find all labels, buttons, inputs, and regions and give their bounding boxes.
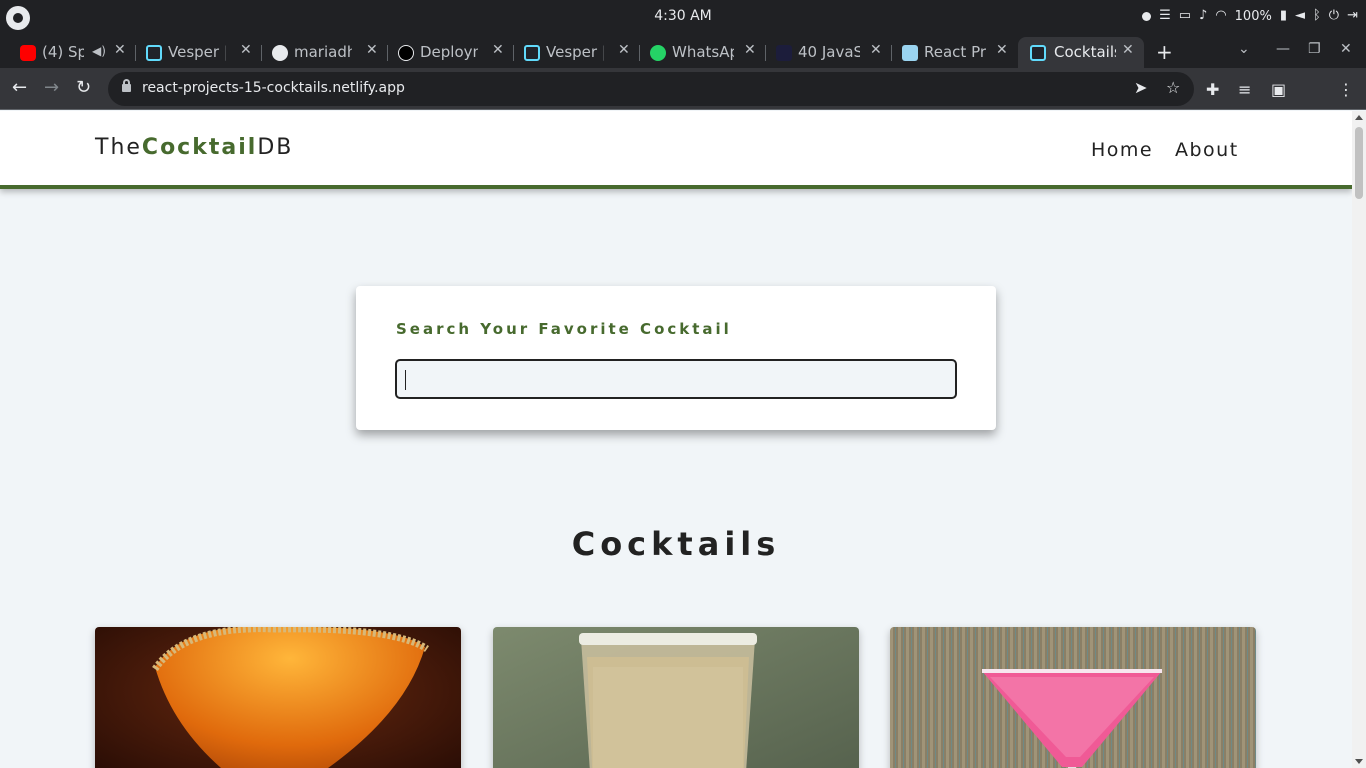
browser-toolbar: ← → ↻ react-projects-15-cocktails.netlif…: [0, 68, 1366, 110]
search-input[interactable]: [395, 359, 957, 399]
browser-tab[interactable]: Vesper | ✕: [504, 37, 638, 68]
nav-link-about[interactable]: About: [1175, 139, 1239, 161]
tab-close-icon[interactable]: ✕: [366, 42, 378, 58]
extensions-puzzle-icon[interactable]: ✚: [1206, 80, 1219, 99]
new-tab-plus-icon[interactable]: +: [1156, 40, 1173, 64]
address-bar[interactable]: react-projects-15-cocktails.netlify.app …: [108, 72, 1194, 106]
search-form: Search Your Favorite Cocktail: [356, 286, 996, 430]
reload-icon[interactable]: ↻: [76, 78, 91, 98]
udemy-icon: [776, 45, 792, 61]
tab-close-icon[interactable]: ✕: [1122, 42, 1134, 58]
tab-close-icon[interactable]: ✕: [744, 42, 756, 58]
lock-icon[interactable]: [122, 79, 131, 92]
tab-close-icon[interactable]: ✕: [996, 42, 1008, 58]
logo-suffix: DB: [257, 135, 294, 160]
browser-tab[interactable]: React Pro ✕: [882, 37, 1016, 68]
browser-tab[interactable]: WhatsAp ✕: [630, 37, 764, 68]
whatsapp-icon: [650, 45, 666, 61]
cocktail-card[interactable]: [95, 627, 461, 768]
scroll-down-arrow-icon[interactable]: [1355, 759, 1363, 764]
close-window-icon[interactable]: ✕: [1340, 41, 1352, 57]
notification-bell-icon[interactable]: ♪: [1199, 8, 1207, 24]
cocktail-image: [95, 627, 461, 768]
record-indicator-icon: [1142, 11, 1152, 21]
audio-playing-icon[interactable]: ◀): [92, 44, 106, 58]
logo-prefix: The: [95, 135, 142, 160]
forward-arrow-icon[interactable]: →: [44, 78, 59, 98]
battery-icon[interactable]: ▮: [1280, 8, 1287, 24]
react-icon: [146, 45, 162, 61]
page-viewport: TheCocktailDB Home About Search Your Fav…: [0, 111, 1352, 768]
volume-icon[interactable]: ◄: [1295, 8, 1305, 24]
site-navbar: TheCocktailDB Home About: [0, 111, 1352, 189]
browser-tab[interactable]: Vesper | ✕: [126, 37, 260, 68]
site-logo[interactable]: TheCocktailDB: [95, 135, 293, 160]
search-label: Search Your Favorite Cocktail: [396, 320, 732, 338]
tab-search-chevron-icon[interactable]: ⌄: [1238, 41, 1250, 57]
side-panel-icon[interactable]: ▣: [1271, 80, 1286, 99]
system-tray: ☰ ▭ ♪ ◠ 100% ▮ ◄ ᛒ ⏻ ⇥: [1142, 8, 1358, 24]
replit-icon: [902, 45, 918, 61]
tab-close-icon[interactable]: ✕: [618, 42, 630, 58]
tab-close-icon[interactable]: ✕: [870, 42, 882, 58]
vercel-icon: [398, 45, 414, 61]
cocktail-image: [493, 627, 859, 768]
url-text[interactable]: react-projects-15-cocktails.netlify.app: [142, 80, 405, 96]
bluetooth-icon[interactable]: ᛒ: [1313, 8, 1321, 24]
tab-close-icon[interactable]: ✕: [114, 42, 126, 58]
scroll-up-arrow-icon[interactable]: [1355, 115, 1363, 120]
battery-percent: 100%: [1234, 8, 1272, 24]
youtube-icon: [20, 45, 36, 61]
tab-close-icon[interactable]: ✕: [240, 42, 252, 58]
files-icon[interactable]: ▭: [1179, 8, 1191, 24]
back-arrow-icon[interactable]: ←: [12, 78, 27, 98]
cocktail-card[interactable]: [890, 627, 1256, 768]
scrollbar-thumb[interactable]: [1355, 127, 1363, 199]
cocktail-card[interactable]: [493, 627, 859, 768]
tab-close-icon[interactable]: ✕: [492, 42, 504, 58]
github-icon: [272, 45, 288, 61]
react-icon: [524, 45, 540, 61]
send-tab-icon[interactable]: ➤: [1134, 78, 1147, 97]
browser-tab[interactable]: (4) Sp ◀) ✕: [0, 37, 134, 68]
wifi-icon[interactable]: ◠: [1215, 8, 1226, 24]
browser-tab-active[interactable]: Cocktails ✕: [1018, 37, 1144, 68]
kebab-menu-icon[interactable]: ⋮: [1338, 80, 1354, 99]
media-queue-icon[interactable]: ≡: [1238, 80, 1251, 99]
logo-highlight: Cocktail: [141, 135, 258, 160]
browser-tab[interactable]: 40 JavaS ✕: [756, 37, 890, 68]
text-caret: [405, 370, 406, 390]
section-title: Cocktails: [571, 525, 781, 563]
browser-tab[interactable]: Deploym ✕: [378, 37, 512, 68]
bookmark-star-icon[interactable]: ☆: [1166, 78, 1180, 97]
power-icon[interactable]: ⏻: [1329, 8, 1339, 24]
logout-icon[interactable]: ⇥: [1347, 8, 1358, 24]
nav-link-home[interactable]: Home: [1091, 139, 1153, 161]
browser-tab[interactable]: mariadh ✕: [252, 37, 386, 68]
os-top-bar: 4:30 AM ☰ ▭ ♪ ◠ 100% ▮ ◄ ᛒ ⏻ ⇥: [0, 0, 1366, 34]
react-icon: [1030, 45, 1046, 61]
page-scrollbar[interactable]: [1352, 111, 1366, 768]
cocktail-image: [890, 627, 1256, 768]
minimize-icon[interactable]: —: [1276, 41, 1290, 57]
menu-icon[interactable]: ☰: [1159, 8, 1171, 24]
restore-icon[interactable]: ❐: [1308, 41, 1321, 57]
